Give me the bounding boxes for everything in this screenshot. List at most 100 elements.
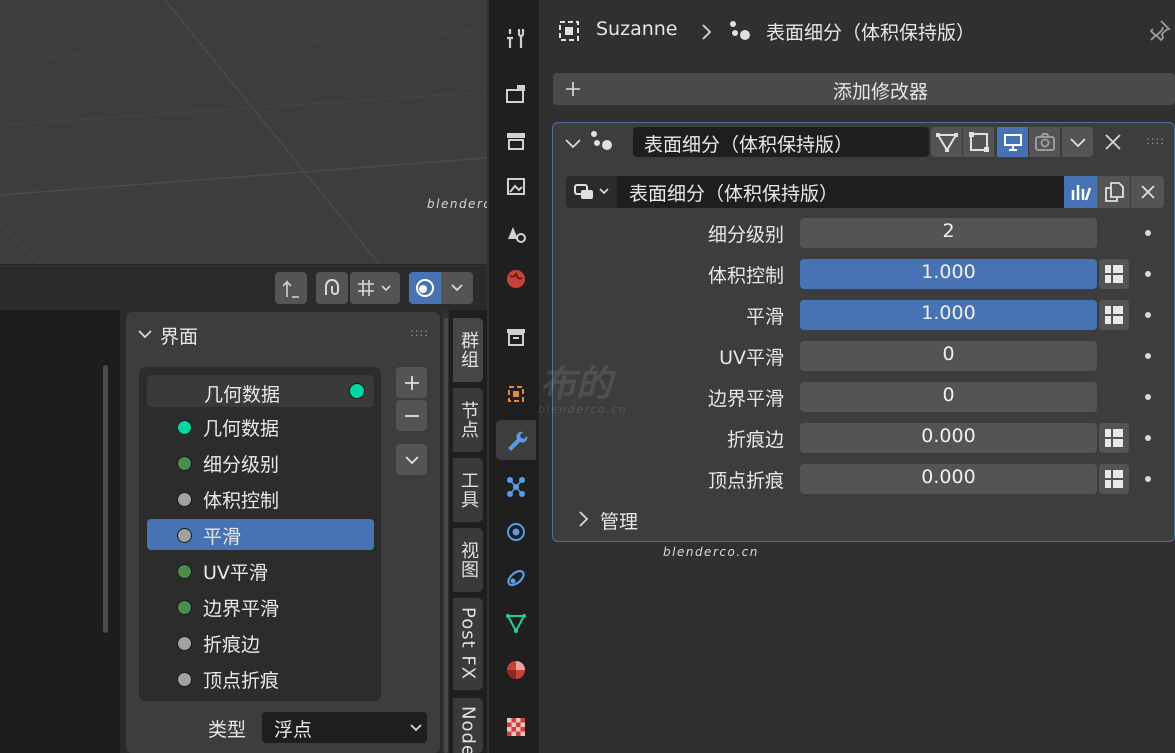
animate-property-dot[interactable] — [1145, 476, 1151, 482]
physics-tab[interactable] — [496, 512, 536, 552]
drag-handle-icon[interactable]: :::: — [410, 327, 429, 338]
render-tab[interactable] — [496, 74, 536, 114]
close-icon — [1140, 185, 1155, 199]
socket-icon — [177, 636, 192, 651]
socket-label[interactable]: 体积控制 — [203, 486, 279, 513]
animate-property-dot[interactable] — [1145, 271, 1151, 277]
socket-label[interactable]: 平滑 — [203, 522, 241, 549]
collection-box-icon — [507, 329, 525, 346]
modifier-tab[interactable] — [496, 420, 536, 460]
proportional-edit-button[interactable] — [409, 272, 441, 304]
panel-title[interactable]: 界面 — [160, 322, 198, 349]
attribute-table-icon — [1105, 265, 1123, 283]
socket-item[interactable]: 几何数据 — [147, 411, 374, 442]
unlink-node-group-button[interactable] — [1131, 176, 1164, 208]
object-tab[interactable] — [496, 374, 536, 414]
socket-label[interactable]: 折痕边 — [203, 630, 260, 657]
socket-item[interactable]: 平滑 — [147, 519, 374, 550]
on-cage-toggle[interactable] — [963, 127, 994, 157]
snap-toggle-button[interactable] — [316, 272, 348, 304]
chevron-down-icon[interactable] — [564, 134, 582, 152]
3d-viewport[interactable]: blenderco.cn — [0, 0, 487, 265]
chevron-right-icon — [702, 24, 712, 40]
checker-texture-icon — [507, 718, 525, 736]
view-layer-tab[interactable] — [496, 166, 536, 206]
node-editor-canvas[interactable] — [0, 310, 120, 753]
close-icon[interactable] — [1104, 133, 1122, 151]
geometry-nodes-icon — [730, 21, 750, 40]
tab-node-wrangler[interactable]: Node — [453, 698, 483, 753]
constraints-tab[interactable] — [496, 558, 536, 598]
tab-view[interactable]: 视图 — [453, 528, 483, 592]
chevron-right-icon[interactable] — [576, 510, 592, 528]
animate-property-dot[interactable] — [1145, 353, 1151, 359]
socket-item[interactable]: UV平滑 — [147, 555, 374, 586]
printer-icon — [507, 133, 525, 150]
fake-user-toggle[interactable] — [1064, 176, 1097, 208]
viewport-display-toggle[interactable] — [997, 127, 1028, 157]
socket-item[interactable]: 体积控制 — [147, 483, 374, 514]
socket-item[interactable]: 折痕边 — [147, 627, 374, 658]
property-label: 平滑 — [745, 306, 784, 328]
tab-node[interactable]: 节点 — [453, 388, 483, 452]
breadcrumb-object: Suzanne — [596, 18, 678, 40]
socket-specials-dropdown[interactable] — [396, 444, 427, 475]
snap-target-dropdown[interactable] — [350, 272, 400, 304]
animate-property-dot[interactable] — [1145, 312, 1151, 318]
render-toggle[interactable] — [1029, 127, 1060, 157]
transform-affect-button[interactable] — [275, 272, 307, 304]
world-icon — [507, 270, 525, 288]
socket-item[interactable]: 细分级别 — [147, 447, 374, 478]
material-tab[interactable] — [496, 650, 536, 690]
attribute-toggle-button[interactable] — [1099, 300, 1129, 330]
chevron-down-icon[interactable] — [137, 326, 153, 342]
edit-mode-toggle[interactable] — [931, 127, 962, 157]
socket-item[interactable]: 顶点折痕 — [147, 663, 374, 694]
modifier-extras-dropdown[interactable] — [1062, 127, 1093, 157]
attribute-toggle-button[interactable] — [1099, 423, 1129, 453]
scene-tab[interactable] — [496, 213, 536, 253]
manage-subpanel-header[interactable]: 管理 — [600, 507, 638, 534]
chevron-down-icon — [404, 455, 419, 464]
proportional-falloff-dropdown[interactable] — [441, 272, 473, 304]
sidebar-scrollbar[interactable] — [444, 318, 448, 753]
pin-icon[interactable] — [1146, 18, 1172, 44]
animate-property-dot[interactable] — [1145, 230, 1151, 236]
physics-icon — [507, 523, 525, 541]
socket-label[interactable]: 细分级别 — [203, 450, 279, 477]
node-group-browse-button[interactable] — [566, 176, 617, 208]
attribute-toggle-button[interactable] — [1099, 259, 1129, 289]
node-group-asset-icon — [1071, 185, 1091, 201]
animate-property-dot[interactable] — [1145, 435, 1151, 441]
drag-handle-icon[interactable]: :::: — [1146, 135, 1165, 146]
socket-item[interactable]: 边界平滑 — [147, 591, 374, 622]
animate-property-dot[interactable] — [1145, 394, 1151, 400]
socket-label[interactable]: 几何数据 — [203, 414, 279, 441]
attribute-toggle-button[interactable] — [1099, 464, 1129, 494]
output-tab[interactable] — [496, 121, 536, 161]
modifier-name: 表面细分（体积保持版） — [644, 134, 854, 156]
monitor-icon — [1003, 134, 1022, 151]
property-label: 细分级别 — [707, 224, 784, 246]
tab-postfx[interactable]: Post FX — [453, 598, 483, 690]
socket-label[interactable]: UV平滑 — [203, 558, 268, 585]
particles-tab[interactable] — [496, 466, 536, 506]
data-tab[interactable] — [496, 603, 536, 643]
socket-icon — [177, 672, 192, 687]
tool-tab[interactable] — [496, 18, 536, 58]
socket-label[interactable]: 边界平滑 — [203, 594, 279, 621]
tab-tool[interactable]: 工具 — [453, 458, 483, 522]
texture-tab[interactable] — [496, 707, 536, 747]
remove-socket-button[interactable] — [396, 400, 427, 431]
object-cube-icon — [508, 386, 524, 402]
collection-tab[interactable] — [496, 317, 536, 357]
magnet-icon — [325, 279, 339, 295]
world-tab[interactable] — [496, 259, 536, 299]
socket-label[interactable]: 顶点折痕 — [203, 666, 279, 693]
tab-group[interactable]: 群组 — [453, 318, 483, 382]
canvas-scrollbar[interactable] — [103, 365, 108, 633]
duplicate-node-group-button[interactable] — [1097, 176, 1130, 208]
property-value: 1.000 — [921, 302, 976, 324]
add-socket-button[interactable] — [396, 367, 427, 398]
attribute-table-icon — [1105, 470, 1123, 488]
